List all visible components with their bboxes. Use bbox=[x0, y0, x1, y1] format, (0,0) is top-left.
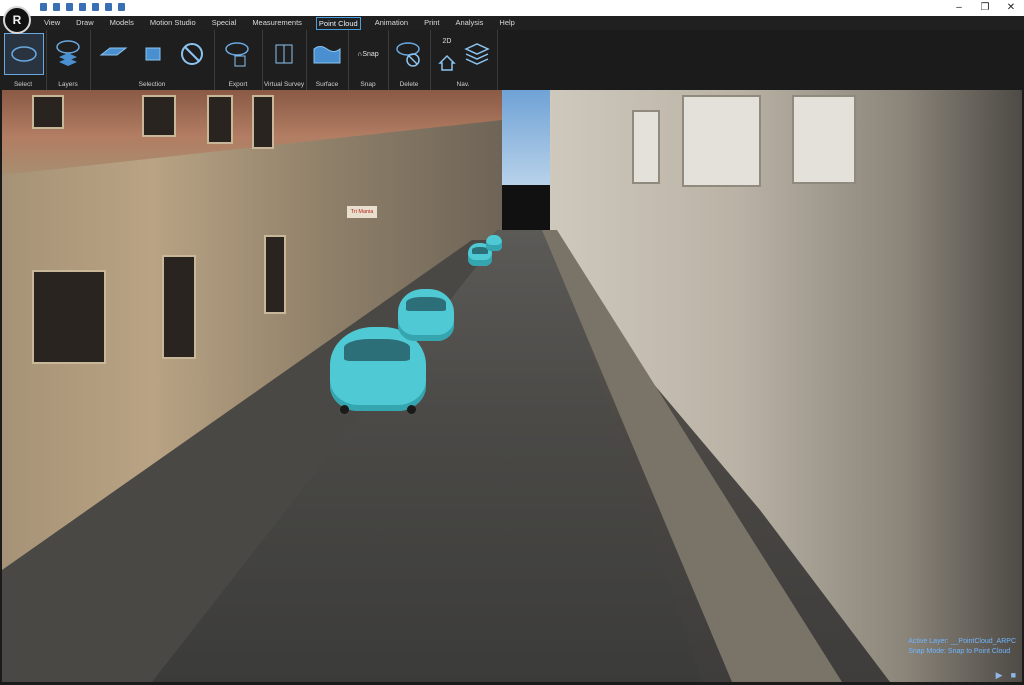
cloud-export-icon bbox=[225, 42, 249, 67]
box-select-icon bbox=[99, 47, 128, 56]
group-layers: Layers bbox=[46, 30, 91, 90]
delete-label: Delete bbox=[399, 81, 419, 88]
cloud-delete-icon bbox=[396, 42, 420, 67]
selection-box-button[interactable] bbox=[94, 33, 132, 75]
home-icon[interactable] bbox=[40, 3, 47, 11]
menu-bar: View Draw Models Motion Studio Special M… bbox=[0, 16, 1024, 30]
virtual-survey-label: Virtual Survey bbox=[263, 81, 305, 88]
stop-icon[interactable]: ■ bbox=[1011, 670, 1016, 681]
select-label: Select bbox=[13, 81, 33, 88]
restore-button[interactable]: ❐ bbox=[972, 0, 998, 16]
survey-icon bbox=[275, 44, 293, 64]
window bbox=[207, 95, 233, 144]
menu-help[interactable]: Help bbox=[497, 16, 516, 30]
cube-select-icon bbox=[145, 47, 161, 61]
nav-layers-button[interactable] bbox=[462, 33, 492, 75]
menu-draw[interactable]: Draw bbox=[74, 16, 96, 30]
home-view-icon bbox=[438, 54, 456, 71]
window bbox=[32, 95, 64, 129]
menu-view[interactable]: View bbox=[42, 16, 62, 30]
selection-cube-button[interactable] bbox=[134, 33, 172, 75]
window bbox=[632, 110, 660, 184]
snap-button[interactable]: ∩ Snap bbox=[350, 33, 386, 75]
layers-label: Layers bbox=[58, 81, 78, 88]
menu-motion-studio[interactable]: Motion Studio bbox=[148, 16, 198, 30]
window bbox=[792, 95, 856, 184]
deselect-button[interactable] bbox=[174, 33, 210, 75]
active-layer-status: Active Layer: __PointCloud_ARPC bbox=[908, 638, 1016, 645]
shop-window bbox=[32, 270, 106, 364]
ribbon: Select Layers Selection Export Virtual S… bbox=[0, 30, 498, 90]
group-select: Select bbox=[0, 30, 47, 90]
menu-animation[interactable]: Animation bbox=[373, 16, 410, 30]
menu-special[interactable]: Special bbox=[210, 16, 239, 30]
layers-icon bbox=[56, 40, 80, 66]
menu-point-cloud[interactable]: Point Cloud bbox=[315, 17, 361, 30]
view-nav-controls: ▶ ■ bbox=[996, 670, 1016, 681]
nav-2d-label: 2D bbox=[442, 37, 452, 45]
window bbox=[264, 235, 286, 314]
redo-icon[interactable] bbox=[66, 3, 73, 11]
group-delete: Delete bbox=[388, 30, 431, 90]
play-icon[interactable]: ▶ bbox=[996, 670, 1003, 681]
group-export: Export bbox=[214, 30, 263, 90]
selection-label: Selection bbox=[138, 81, 166, 88]
minimize-button[interactable]: – bbox=[946, 0, 972, 16]
nav-2d-button[interactable]: 2D bbox=[434, 34, 460, 48]
doorway bbox=[162, 255, 196, 359]
app-logo[interactable]: R bbox=[3, 6, 31, 34]
snap-label: Snap bbox=[360, 81, 376, 88]
no-select-icon bbox=[181, 43, 203, 65]
street-end bbox=[496, 185, 550, 230]
delete-button[interactable] bbox=[392, 33, 426, 75]
menu-analysis[interactable]: Analysis bbox=[453, 16, 485, 30]
export-button[interactable] bbox=[220, 33, 256, 75]
surface-label: Surface bbox=[315, 81, 339, 88]
virtual-survey-button[interactable] bbox=[270, 33, 298, 75]
snap-mode-status: Snap Mode: Snap to Point Cloud bbox=[908, 648, 1011, 655]
menu-models[interactable]: Models bbox=[108, 16, 136, 30]
export-label: Export bbox=[228, 81, 248, 88]
title-bar: – ❐ ✕ bbox=[0, 0, 1024, 16]
print-icon[interactable] bbox=[118, 3, 125, 11]
snap-button-label: Snap bbox=[362, 50, 379, 58]
nav-home-button[interactable] bbox=[434, 52, 460, 74]
window bbox=[682, 95, 761, 187]
open-icon[interactable] bbox=[105, 3, 112, 11]
group-nav: 2D Nav. bbox=[430, 30, 496, 90]
group-snap: ∩ Snap Snap bbox=[348, 30, 389, 90]
surface-icon bbox=[313, 46, 341, 64]
select-button[interactable] bbox=[4, 33, 44, 75]
save-icon[interactable] bbox=[92, 3, 99, 11]
surface-button[interactable] bbox=[311, 33, 343, 75]
shop-sign: Tri Mania bbox=[347, 206, 377, 218]
nav-label: Nav. bbox=[456, 81, 470, 88]
window bbox=[142, 95, 176, 137]
undo-icon[interactable] bbox=[53, 3, 60, 11]
stack-icon bbox=[464, 43, 490, 65]
group-selection: Selection bbox=[90, 30, 215, 90]
quick-access-toolbar bbox=[40, 3, 125, 11]
car-model[interactable] bbox=[486, 235, 502, 251]
menu-print[interactable]: Print bbox=[422, 16, 441, 30]
point-cloud-viewport[interactable]: Tri Mania bbox=[2, 90, 1022, 682]
close-button[interactable]: ✕ bbox=[998, 0, 1024, 16]
window bbox=[252, 95, 274, 149]
menu-measurements[interactable]: Measurements bbox=[250, 16, 304, 30]
cloud-select-icon bbox=[11, 46, 37, 62]
new-file-icon[interactable] bbox=[79, 3, 86, 11]
layers-button[interactable] bbox=[50, 33, 86, 75]
group-virtual-survey: Virtual Survey bbox=[262, 30, 307, 90]
car-model[interactable] bbox=[398, 289, 454, 341]
group-surface: Surface bbox=[306, 30, 349, 90]
status-overlay: Active Layer: __PointCloud_ARPC Snap Mod… bbox=[908, 637, 1016, 657]
